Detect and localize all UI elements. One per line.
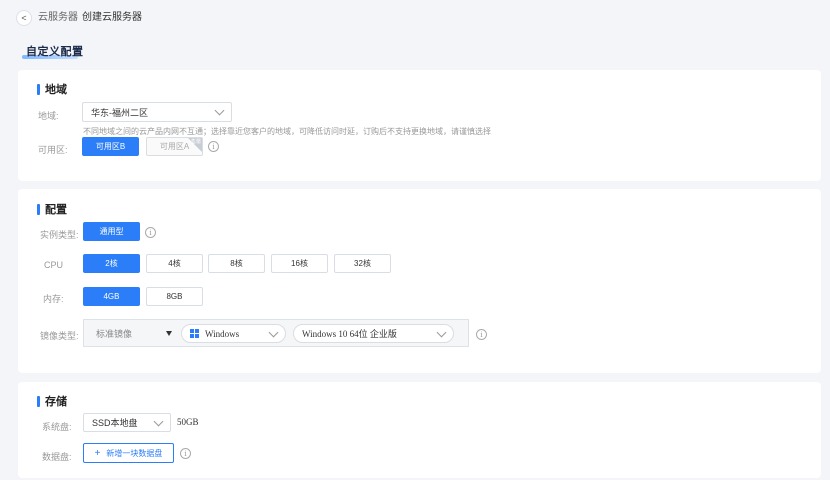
cpu-option-4[interactable]: 4核 [146,254,203,273]
zone-a-label: 可用区A [159,142,190,151]
cpu-option-label: 32核 [354,259,371,268]
breadcrumb-separator: / [74,12,77,23]
cpu-label: CPU [44,260,64,270]
memory-option-8gb[interactable]: 8GB [146,287,203,306]
plus-icon: + [94,447,101,459]
instance-type-value: 通用型 [99,227,124,236]
section-marker [37,83,40,95]
zone-b-label: 可用区B [95,142,126,151]
instance-type-option[interactable]: 通用型 [83,222,140,241]
cpu-option-label: 4核 [168,259,181,268]
chevron-left-icon: < [21,13,27,23]
region-label: 地域: [38,111,59,121]
info-icon[interactable]: i [145,227,156,238]
zone-option-a[interactable]: 可用区A 售罄 [146,137,203,156]
region-section-title: 地域 [37,81,67,97]
info-icon[interactable]: i [208,141,219,152]
image-type-label: 镜像类型: [40,331,79,341]
region-hint: 不同地域之间的云产品内网不互通；选择靠近您客户的地域，可降低访问时延，订购后不支… [83,127,491,136]
chevron-down-icon [436,327,447,337]
os-select[interactable]: Windows [181,324,286,343]
chevron-down-icon [268,327,279,337]
data-disk-label: 数据盘: [42,452,72,462]
chevron-down-icon [214,105,225,116]
chevron-down-icon [153,416,164,426]
sold-out-tag: 售罄 [190,139,201,145]
memory-label: 内存: [43,294,64,304]
region-card: 地域 地域: 华东-福州二区 不同地域之间的云产品内网不互通；选择靠近您客户的地… [18,70,821,181]
os-version-select[interactable]: Windows 10 64位 企业版 [293,324,454,343]
windows-icon [190,329,199,338]
os-value: Windows [205,328,240,339]
cpu-option-2[interactable]: 2核 [83,254,140,273]
cpu-option-label: 2核 [105,259,118,268]
info-icon[interactable]: i [180,448,191,459]
storage-section-title: 存储 [37,393,67,409]
section-marker [37,203,40,215]
cpu-option-label: 8核 [230,259,243,268]
cpu-option-8[interactable]: 8核 [208,254,265,273]
image-type-select[interactable]: 标准镜像 [86,322,178,344]
image-type-value: 标准镜像 [96,328,133,339]
region-select[interactable]: 华东-福州二区 [82,102,232,122]
caret-down-icon [166,330,172,336]
add-data-disk-label: 新增一块数据盘 [106,448,163,458]
cpu-option-32[interactable]: 32核 [334,254,391,273]
image-type-group: 标准镜像 Windows Windows 10 64位 企业版 [83,319,469,347]
cpu-option-16[interactable]: 16核 [271,254,328,273]
config-section-title: 配置 [37,201,67,217]
memory-option-label: 4GB [103,292,120,301]
zone-option-b[interactable]: 可用区B [82,137,139,156]
memory-option-4gb[interactable]: 4GB [83,287,140,306]
instance-type-label: 实例类型: [40,230,79,240]
storage-card: 存储 系统盘: SSD本地盘 50GB 数据盘: + 新增一块数据盘 i [18,382,821,478]
region-select-value: 华东-福州二区 [91,107,148,118]
section-marker [37,395,40,407]
page-section-title: 自定义配置 [26,46,84,58]
back-button[interactable]: < [16,10,32,26]
config-card: 配置 实例类型: 通用型 i CPU 2核 4核 8核 16核 32核 内存: … [18,189,821,373]
region-title: 地域 [45,84,67,96]
info-icon[interactable]: i [476,329,487,340]
breadcrumb-parent[interactable]: 云服务器 [38,11,78,25]
memory-option-label: 8GB [166,292,183,301]
system-disk-size: 50GB [177,417,199,427]
breadcrumb-current: 创建云服务器 [82,12,142,23]
add-data-disk-button[interactable]: + 新增一块数据盘 [83,443,174,463]
system-disk-type: SSD本地盘 [92,418,138,428]
cpu-option-label: 16核 [291,259,308,268]
config-title: 配置 [45,204,67,216]
zone-label: 可用区: [38,145,68,155]
system-disk-select[interactable]: SSD本地盘 [83,413,171,432]
storage-title: 存储 [45,396,67,408]
os-version-value: Windows 10 64位 企业版 [302,329,397,339]
system-disk-label: 系统盘: [42,422,72,432]
